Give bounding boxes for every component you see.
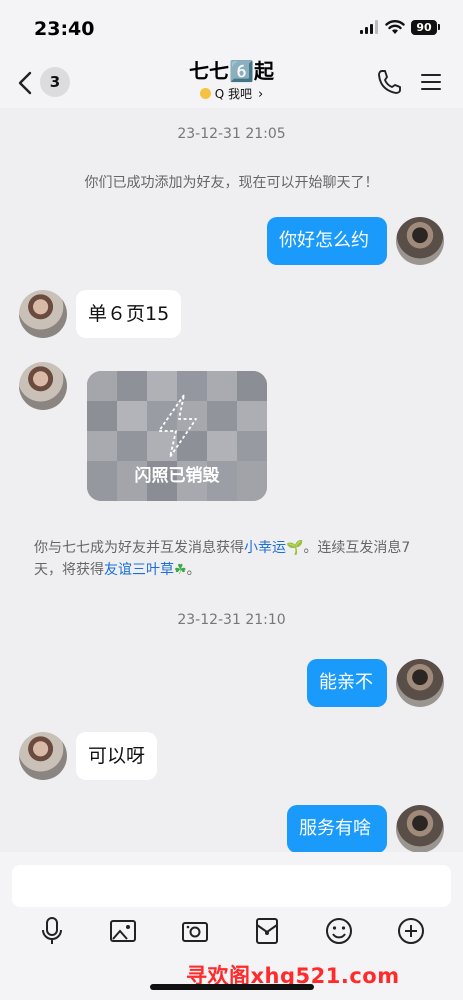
system-message-friend-added: 你们已成功添加为好友，现在可以开始聊天了！: [84, 175, 379, 191]
back-chevron-icon[interactable]: [16, 70, 34, 96]
cellular-signal-icon: [360, 20, 378, 34]
battery-icon: 90: [411, 20, 437, 35]
flash-photo-destroyed[interactable]: 闪照已销毁: [87, 371, 267, 501]
flash-photo-label: 闪照已销毁: [134, 466, 220, 486]
reward-text-part: 。连续互发消息7: [303, 540, 411, 556]
lightning-bolt-icon: [158, 394, 197, 458]
chat-subtitle-text: Q 我吧: [214, 87, 253, 101]
status-bar: 23:40 90: [0, 0, 463, 56]
chat-title: 七七6️⃣起: [189, 59, 274, 83]
contact-avatar[interactable]: [19, 732, 67, 780]
message-timestamp: 23-12-31 21:10: [177, 612, 286, 628]
reward-text-part: 你与七七成为好友并互发消息获得: [34, 540, 244, 556]
red-packet-icon[interactable]: [252, 916, 282, 946]
input-panel: 寻欢阁xhg521.com: [0, 852, 463, 1000]
phone-call-icon[interactable]: [376, 68, 402, 96]
message-input[interactable]: [12, 865, 451, 907]
sprout-icon: 🌱: [286, 540, 304, 556]
my-avatar[interactable]: [396, 805, 444, 853]
chat-subtitle[interactable]: Q 我吧 ›: [120, 87, 343, 102]
my-avatar[interactable]: [396, 659, 444, 707]
smile-icon: [199, 88, 211, 99]
chevron-right-icon: ›: [258, 87, 264, 102]
camera-icon[interactable]: [180, 916, 210, 946]
clover-icon: ☘: [174, 562, 187, 578]
image-icon[interactable]: [108, 916, 138, 946]
contact-avatar[interactable]: [19, 362, 67, 410]
little-luck-link[interactable]: 小幸运: [244, 540, 286, 556]
outgoing-message-bubble[interactable]: 服务有啥: [287, 805, 387, 853]
incoming-message-bubble[interactable]: 可以呀: [76, 732, 158, 780]
reward-text-part: 天，将获得: [34, 562, 104, 578]
menu-icon[interactable]: [420, 72, 442, 92]
outgoing-message-bubble[interactable]: 你好怎么约: [267, 217, 387, 265]
plus-icon[interactable]: [396, 916, 426, 946]
contact-avatar[interactable]: [19, 290, 67, 338]
my-avatar[interactable]: [396, 217, 444, 265]
reward-text-part: 。: [186, 562, 201, 578]
wifi-icon: [385, 20, 405, 34]
unread-count-badge[interactable]: 3: [40, 67, 70, 97]
friendship-clover-link[interactable]: 友谊三叶草: [104, 562, 174, 578]
system-message-friendship-reward: 你与七七成为好友并互发消息获得小幸运🌱。连续互发消息7 天，将获得友谊三叶草☘。: [34, 537, 444, 581]
chat-title-area[interactable]: 七七6️⃣起 Q 我吧 ›: [120, 58, 343, 102]
chat-header: 3 七七6️⃣起 Q 我吧 ›: [0, 56, 463, 108]
battery-tip: [438, 24, 440, 30]
status-time: 23:40: [34, 18, 95, 40]
incoming-message-bubble[interactable]: 单６页15: [76, 290, 182, 338]
home-indicator[interactable]: [150, 984, 314, 990]
outgoing-message-bubble[interactable]: 能亲不: [307, 659, 387, 707]
microphone-icon[interactable]: [37, 916, 67, 946]
emoji-icon[interactable]: [324, 916, 354, 946]
message-timestamp: 23-12-31 21:05: [177, 126, 286, 142]
